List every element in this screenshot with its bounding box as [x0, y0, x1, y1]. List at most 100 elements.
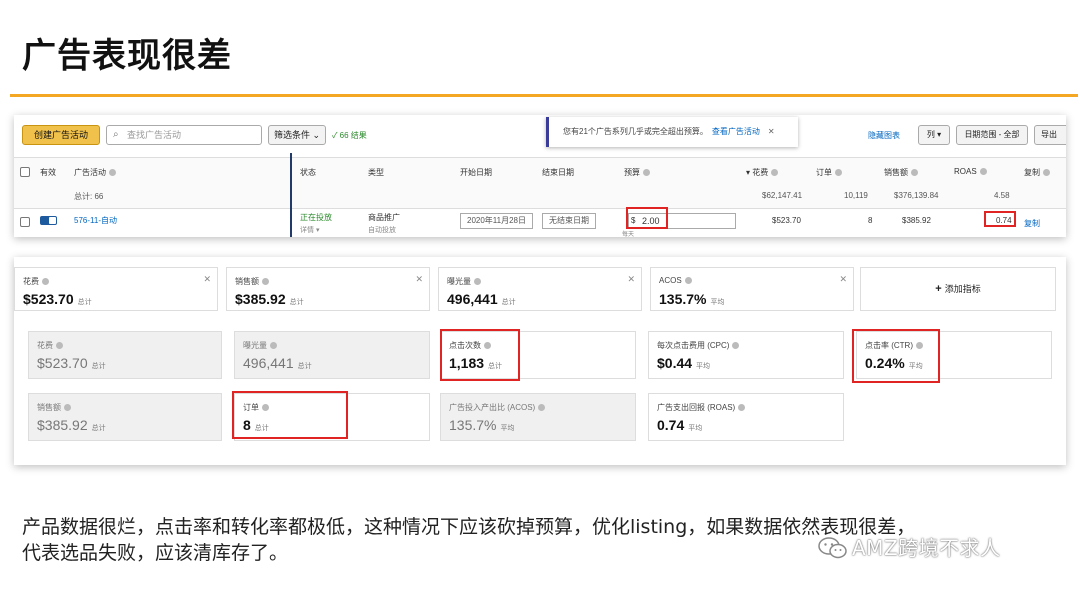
watermark-text: AMZ跨境不求人 [852, 536, 1001, 560]
columns-button[interactable]: 列 ▾ [918, 125, 950, 145]
date-range-button[interactable]: 日期范围 - 全部 [956, 125, 1028, 145]
info-icon [109, 169, 116, 177]
col-sales-label: 销售额 [884, 168, 908, 177]
type-detail: 自动投放 [368, 227, 396, 234]
card-unit: 总计 [501, 299, 516, 306]
card-value-text: $0.44 [657, 355, 693, 371]
card-label-text: ACOS [659, 276, 682, 285]
col-type[interactable]: 类型 [368, 167, 384, 178]
card-value-text: 496,441 [243, 355, 294, 371]
card-value: $523.70 总计 [37, 355, 106, 371]
copy-link[interactable]: 复制 [1024, 218, 1040, 229]
card-value: 135.7% 平均 [659, 291, 724, 307]
end-date-input[interactable]: 无结束日期 [542, 213, 596, 229]
metric-spend[interactable]: 花费 $523.70 总计 [28, 331, 222, 379]
info-icon [474, 278, 481, 286]
metric-roas[interactable]: 广告支出回报 (ROAS) 0.74 平均 [648, 393, 844, 441]
col-start-date[interactable]: 开始日期 [460, 167, 492, 178]
card-value: 0.74 平均 [657, 417, 702, 433]
metric-impressions[interactable]: 曝光量 496,441 总计 [234, 331, 430, 379]
budget-note: 每天 [622, 232, 635, 237]
notice-link[interactable]: 查看广告活动 [712, 127, 760, 136]
hide-chart-link[interactable]: 隐藏图表 [868, 130, 900, 141]
card-unit: 总计 [289, 299, 304, 306]
summary-card-sales[interactable]: 销售额 $385.92 总计 ✕ [226, 267, 430, 311]
card-unit: 平均 [688, 425, 703, 432]
col-spend[interactable]: ▾ 花费 [746, 167, 779, 178]
totals-label: 总计: 66 [74, 192, 104, 201]
totals-sales: $376,139.84 [894, 191, 939, 200]
card-unit: 总计 [297, 363, 312, 370]
col-status[interactable]: 状态 [300, 167, 316, 178]
info-icon [64, 404, 71, 412]
card-label-text: 花费 [37, 341, 53, 350]
active-toggle[interactable] [40, 216, 57, 225]
card-value-text: $385.92 [235, 291, 286, 307]
col-orders[interactable]: 订单 [816, 167, 842, 178]
metric-cpc[interactable]: 每次点击费用 (CPC) $0.44 平均 [648, 331, 844, 379]
clicks-highlight [440, 329, 520, 381]
orders-highlight [232, 391, 348, 439]
card-label: 花费 [37, 340, 63, 351]
info-icon [538, 404, 546, 412]
info-icon [738, 404, 746, 412]
search-icon: ⌕ [113, 129, 119, 140]
card-label: 花费 [23, 276, 49, 287]
col-active[interactable]: 有效 [40, 167, 56, 178]
col-spend-label: ▾ 花费 [746, 168, 769, 177]
card-label-text: 广告支出回报 (ROAS) [657, 403, 736, 412]
col-campaign-label: 广告活动 [74, 168, 106, 177]
close-icon[interactable]: ✕ [768, 127, 775, 136]
card-unit: 平均 [500, 425, 515, 432]
start-date-input[interactable]: 2020年11月28日 [460, 213, 533, 229]
card-label: ACOS [659, 276, 692, 285]
notice-text: 您有21个广告系列几乎或完全超出预算。 [563, 127, 708, 136]
col-roas[interactable]: ROAS [954, 167, 987, 176]
col-copy[interactable]: 复制 [1024, 167, 1050, 178]
table-row: 576-11-自动 正在投放 详情 ▾ 商品推广 自动投放 2020年11月28… [14, 207, 1066, 237]
summary-card-spend[interactable]: 花费 $523.70 总计 ✕ [14, 267, 218, 311]
row-sales: $385.92 [902, 216, 931, 225]
close-icon[interactable]: ✕ [203, 274, 211, 285]
summary-card-impressions[interactable]: 曝光量 496,441 总计 ✕ [438, 267, 642, 311]
col-campaign[interactable]: 广告活动 [74, 167, 116, 178]
card-value: 496,441 总计 [447, 291, 516, 307]
card-value: $523.70 总计 [23, 291, 92, 307]
card-value: $0.44 平均 [657, 355, 710, 371]
add-metric-button[interactable]: + 添加指标 [860, 267, 1056, 311]
card-value: $385.92 总计 [37, 417, 106, 433]
card-label-text: 花费 [23, 277, 39, 286]
status-detail[interactable]: 详情 ▾ [300, 225, 332, 235]
card-unit: 总计 [91, 363, 106, 370]
card-label-text: 曝光量 [447, 277, 471, 286]
close-icon[interactable]: ✕ [415, 274, 423, 285]
card-label: 销售额 [235, 276, 269, 287]
select-all-checkbox[interactable] [20, 167, 30, 177]
card-label-text: 销售额 [37, 403, 61, 412]
filter-button[interactable]: 筛选条件 ⌄ [268, 125, 326, 145]
card-value: 135.7% 平均 [449, 417, 514, 433]
row-checkbox[interactable] [20, 217, 30, 227]
col-roas-label: ROAS [954, 167, 977, 176]
info-icon [911, 169, 918, 177]
col-end-date[interactable]: 结束日期 [542, 167, 574, 178]
export-button[interactable]: 导出 [1034, 125, 1066, 145]
summary-card-acos[interactable]: ACOS 135.7% 平均 ✕ [650, 267, 854, 311]
close-icon[interactable]: ✕ [627, 274, 635, 285]
slide-title: 广告表现很差 [22, 36, 232, 76]
create-campaign-button[interactable]: 创建广告活动 [22, 125, 100, 145]
info-icon [979, 168, 987, 176]
col-sales[interactable]: 销售额 [884, 167, 918, 178]
col-copy-label: 复制 [1024, 168, 1040, 177]
metric-acos[interactable]: 广告投入产出比 (ACOS) 135.7% 平均 [440, 393, 636, 441]
row-orders: 8 [868, 216, 873, 225]
campaign-name-link[interactable]: 576-11-自动 [74, 215, 117, 226]
close-icon[interactable]: ✕ [839, 274, 847, 285]
metric-sales[interactable]: 销售额 $385.92 总计 [28, 393, 222, 441]
card-label: 每次点击费用 (CPC) [657, 340, 740, 351]
add-metric-label: 添加指标 [944, 284, 981, 294]
info-icon [771, 169, 779, 177]
col-budget[interactable]: 预算 [624, 167, 650, 178]
search-input[interactable]: ⌕ 查找广告活动 [106, 125, 262, 145]
card-unit: 平均 [710, 299, 725, 306]
